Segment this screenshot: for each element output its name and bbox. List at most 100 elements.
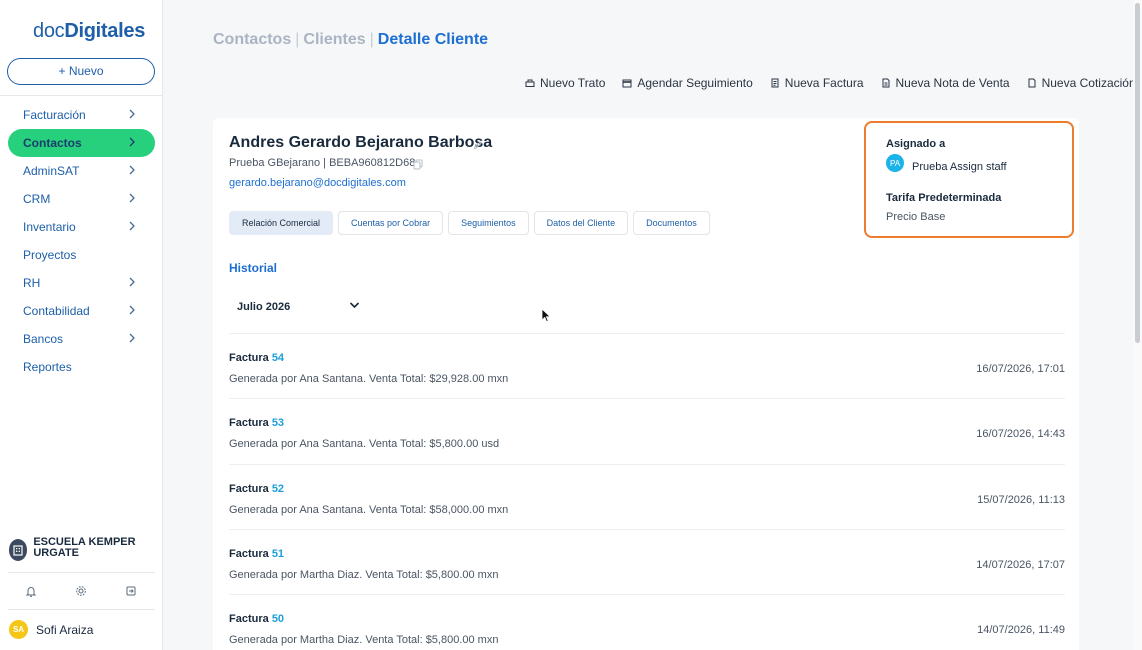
new-sales-note-button[interactable]: Nueva Nota de Venta — [881, 76, 1010, 90]
tab-datos-del-cliente[interactable]: Datos del Cliente — [533, 211, 629, 235]
client-detail-card: Andres Gerardo Bejarano Barbosa Prueba G… — [213, 118, 1079, 650]
sidebar-item-label: Contactos — [23, 136, 82, 150]
divider — [0, 95, 163, 96]
tab-cuentas-por-cobrar[interactable]: Cuentas por Cobrar — [338, 211, 444, 235]
breadcrumb-contactos[interactable]: Contactos — [213, 31, 291, 48]
chevron-right-icon — [127, 108, 139, 122]
tab-bar: Relación Comercial Cuentas por Cobrar Se… — [229, 211, 715, 235]
list-item: Factura 54 Generada por Ana Santana. Ven… — [229, 333, 1065, 398]
assignment-panel: Asignado a PA Prueba Assign staff Tarifa… — [864, 121, 1074, 238]
entry-description: Generada por Ana Santana. Venta Total: $… — [229, 438, 500, 451]
new-deal-button[interactable]: Nuevo Trato — [525, 76, 605, 90]
tab-seguimientos[interactable]: Seguimientos — [448, 211, 529, 235]
action-label: Nueva Nota de Venta — [895, 76, 1010, 90]
sidebar-item-contabilidad[interactable]: Contabilidad — [0, 297, 163, 325]
copy-icon[interactable] — [413, 157, 423, 175]
sidebar-item-proyectos[interactable]: Proyectos — [0, 241, 163, 269]
action-bar: Nuevo Trato Agendar Seguimiento Nueva Fa… — [525, 76, 1136, 90]
entry-description: Generada por Martha Diaz. Venta Total: $… — [229, 634, 499, 647]
entry-number-link[interactable]: 51 — [272, 548, 284, 560]
chevron-down-icon — [349, 300, 360, 312]
sidebar-item-inventario[interactable]: Inventario — [0, 213, 163, 241]
new-invoice-button[interactable]: Nueva Factura — [770, 76, 864, 90]
chevron-right-icon — [127, 276, 139, 290]
divider — [8, 609, 155, 610]
entry-type: Factura — [229, 482, 269, 495]
sidebar-item-label: Proyectos — [23, 248, 77, 262]
schedule-followup-button[interactable]: Agendar Seguimiento — [622, 76, 753, 90]
entry-number-link[interactable]: 53 — [272, 417, 284, 429]
sidebar-item-contactos[interactable]: Contactos — [8, 129, 155, 157]
sidebar-item-facturacion[interactable]: Facturación — [0, 101, 163, 129]
month-selector[interactable]: Julio 2026 — [237, 301, 367, 313]
sidebar-bottom-icons — [0, 581, 163, 601]
entry-type: Factura — [229, 417, 269, 430]
chevron-right-icon — [127, 192, 139, 206]
chevron-right-icon — [127, 304, 139, 318]
rate-value[interactable]: Precio Base — [886, 211, 945, 223]
sidebar-item-label: Facturación — [23, 108, 86, 122]
entry-number-link[interactable]: 54 — [272, 352, 284, 364]
logout-icon[interactable] — [121, 581, 141, 601]
list-item: Factura 52 Generada por Ana Santana. Ven… — [229, 463, 1065, 529]
entry-datetime: 16/07/2026, 14:43 — [976, 428, 1065, 441]
rate-label: Tarifa Predeterminada — [886, 192, 1002, 204]
sidebar-item-label: Reportes — [23, 360, 72, 374]
tab-relacion-comercial[interactable]: Relación Comercial — [229, 211, 334, 235]
new-button[interactable]: + Nuevo — [7, 58, 155, 85]
sidebar-item-rh[interactable]: RH — [0, 269, 163, 297]
sidebar-item-label: Contabilidad — [23, 304, 90, 318]
entry-number-link[interactable]: 52 — [272, 483, 284, 495]
entry-number-link[interactable]: 50 — [272, 613, 284, 625]
logo[interactable]: docDigitales — [33, 20, 145, 43]
entry-datetime: 14/07/2026, 11:49 — [977, 624, 1065, 637]
sidebar-item-crm[interactable]: CRM — [0, 185, 163, 213]
sidebar-item-label: RH — [23, 276, 41, 290]
user-profile[interactable]: SA Sofi Araiza — [9, 620, 93, 639]
new-quote-button[interactable]: Nueva Cotización — [1027, 76, 1136, 90]
sidebar-item-reportes[interactable]: Reportes — [0, 353, 163, 381]
sidebar-item-adminsat[interactable]: AdminSAT — [0, 157, 163, 185]
breadcrumb-clientes[interactable]: Clientes — [303, 31, 365, 48]
entry-type: Factura — [229, 352, 269, 364]
action-label: Nueva Factura — [784, 76, 864, 90]
scrollbar-thumb[interactable] — [1135, 3, 1140, 343]
entry-type: Factura — [229, 613, 269, 626]
chevron-right-icon — [127, 136, 139, 150]
sidebar-item-bancos[interactable]: Bancos — [0, 325, 163, 353]
staff-avatar: PA — [886, 154, 904, 172]
client-name: Andres Gerardo Bejarano Barbosa — [229, 134, 493, 151]
breadcrumb-separator: | — [295, 31, 300, 48]
breadcrumb-separator: | — [369, 31, 374, 48]
divider — [8, 572, 155, 573]
deal-icon — [525, 79, 535, 87]
entry-description: Generada por Ana Santana. Venta Total: $… — [229, 503, 509, 516]
list-item: Factura 50 Generada por Martha Diaz. Ven… — [229, 594, 1065, 650]
breadcrumb: Contactos | Clientes | Detalle Cliente — [213, 31, 488, 49]
scrollbar[interactable] — [1133, 0, 1142, 650]
action-label: Nuevo Trato — [540, 76, 606, 90]
building-icon — [9, 539, 28, 561]
sidebar-item-label: CRM — [23, 192, 51, 206]
client-email[interactable]: gerardo.bejarano@docdigitales.com — [229, 177, 406, 189]
logo-text-bold: Digitales — [64, 20, 146, 42]
avatar: SA — [9, 620, 28, 639]
logo-text-light: doc — [33, 20, 65, 42]
company-selector[interactable]: ESCUELA KEMPER URGATE — [9, 537, 159, 561]
tab-documentos[interactable]: Documentos — [633, 211, 710, 235]
entry-description: Generada por Martha Diaz. Venta Total: $… — [229, 568, 499, 581]
pencil-icon[interactable] — [473, 137, 483, 155]
chevron-right-icon — [127, 164, 139, 178]
gear-icon[interactable] — [71, 581, 91, 601]
bell-icon[interactable] — [21, 581, 41, 601]
company-name: ESCUELA KEMPER URGATE — [33, 536, 136, 559]
breadcrumb-current: Detalle Cliente — [377, 31, 489, 48]
staff-name[interactable]: Prueba Assign staff — [912, 161, 1007, 173]
chevron-right-icon — [127, 220, 139, 234]
list-item: Factura 51 Generada por Martha Diaz. Ven… — [229, 528, 1065, 594]
note-icon — [882, 78, 889, 88]
entry-description: Generada por Ana Santana. Venta Total: $… — [229, 373, 509, 385]
chevron-right-icon — [127, 332, 139, 346]
entry-datetime: 14/07/2026, 17:07 — [976, 558, 1065, 571]
history-title: Historial — [229, 261, 278, 275]
